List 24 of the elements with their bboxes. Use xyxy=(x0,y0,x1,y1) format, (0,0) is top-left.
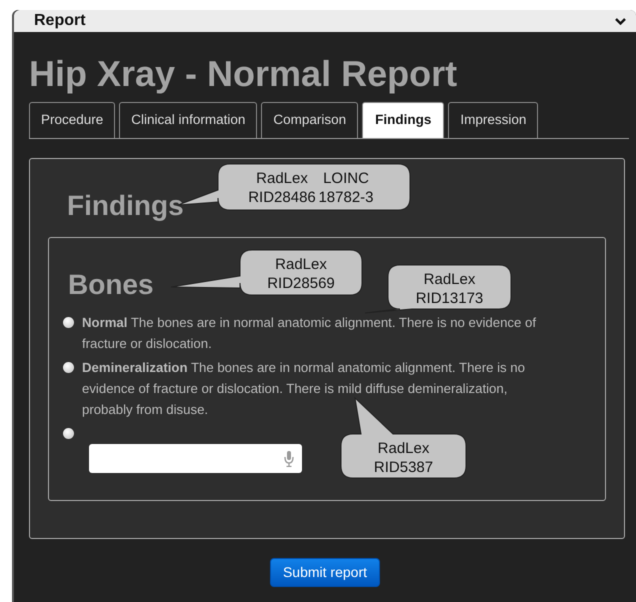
panel-header[interactable]: Report xyxy=(14,10,636,32)
microphone-icon[interactable] xyxy=(284,450,294,466)
option-text: Normal The bones are in normal anatomic alignment. There is no evidence of fracture or dislocation. xyxy=(82,314,537,353)
tab[interactable]: Findings xyxy=(362,102,444,138)
callout-text: RadLex RID13173 xyxy=(416,271,484,307)
text-input-field[interactable] xyxy=(89,444,302,473)
callout-text: RadLex RID5387 xyxy=(374,440,434,476)
page-title: Hip Xray - Normal Report xyxy=(29,52,458,96)
submit-button[interactable]: Submit report xyxy=(270,558,380,587)
callout-text: LOINC 18782-3 xyxy=(318,170,374,206)
callout-text: RadLex RID28569 xyxy=(267,256,335,292)
radio-button[interactable] xyxy=(63,428,74,439)
option-text: Demineralization The bones are in normal anatomic alignment. There is no evidence of fracture or dislocation. There is mild diffuse demineralization, probably from disuse. xyxy=(82,359,526,419)
subsection-heading: Bones xyxy=(68,268,154,302)
radio-button[interactable] xyxy=(63,362,74,373)
tab[interactable]: Comparison xyxy=(261,102,358,138)
panel-title: Report xyxy=(34,11,86,31)
tab[interactable]: Clinical information xyxy=(119,102,258,138)
chevron-icon[interactable] xyxy=(615,17,626,25)
tab[interactable]: Procedure xyxy=(29,102,116,138)
radio-button[interactable] xyxy=(63,317,74,328)
section-heading: Findings xyxy=(67,189,184,223)
callout-text: RadLex RID28486 xyxy=(248,170,316,206)
tab[interactable]: Impression xyxy=(448,102,538,138)
